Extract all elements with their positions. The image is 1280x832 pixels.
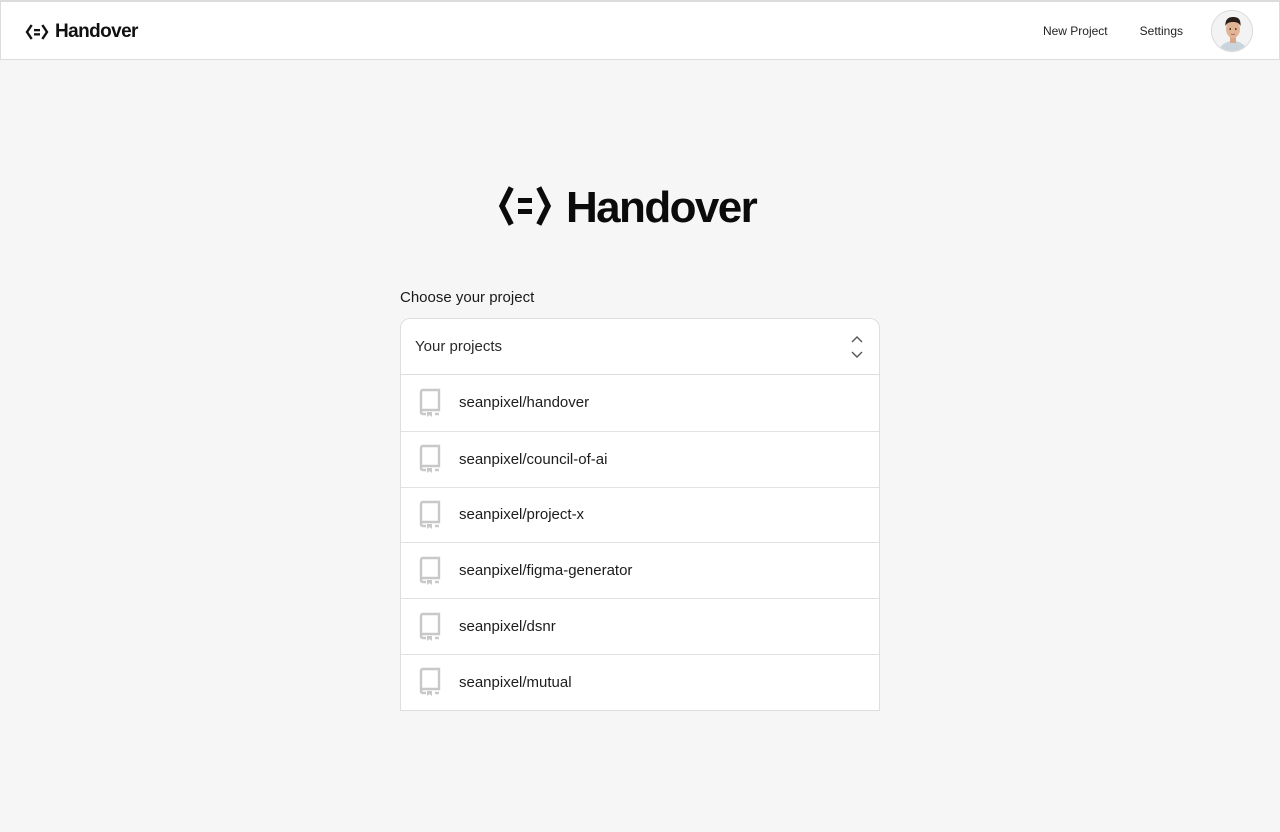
hero-brand: Handover: [498, 180, 758, 236]
top-navbar: Handover New Project Settings: [0, 0, 1280, 60]
project-select[interactable]: Your projects: [400, 318, 880, 375]
top-nav: New Project Settings: [1043, 9, 1253, 53]
project-option[interactable]: seanpixel/mutual: [401, 653, 879, 710]
project-option[interactable]: seanpixel/council-of-ai: [401, 430, 879, 487]
user-avatar[interactable]: [1211, 10, 1253, 52]
chevron-up-down-icon: [849, 334, 865, 360]
project-option-label: seanpixel/project-x: [459, 506, 585, 524]
repo-icon: [417, 612, 443, 642]
repo-icon: [417, 556, 443, 586]
project-option-label: seanpixel/dsnr: [459, 618, 556, 636]
new-project-link[interactable]: New Project: [1043, 24, 1108, 38]
handover-logo-icon: [498, 185, 552, 231]
project-option-label: seanpixel/mutual: [459, 673, 572, 691]
project-option-label: seanpixel/handover: [459, 394, 590, 412]
project-option[interactable]: seanpixel/dsnr: [401, 598, 879, 654]
settings-link[interactable]: Settings: [1140, 24, 1183, 38]
brand-name: Handover: [55, 21, 138, 42]
brand-home-link[interactable]: Handover: [25, 20, 138, 44]
project-option[interactable]: seanpixel/figma-generator: [401, 542, 879, 598]
repo-icon: [417, 667, 443, 697]
project-option-label: seanpixel/council-of-ai: [459, 450, 608, 468]
handover-logo-icon: [25, 24, 49, 40]
project-option[interactable]: seanpixel/handover: [401, 375, 879, 431]
project-option-label: seanpixel/figma-generator: [459, 562, 633, 580]
project-picker: Choose your project Your projects seanpi…: [400, 288, 880, 711]
repo-icon: [417, 500, 443, 530]
select-value: Your projects: [415, 338, 502, 355]
project-option[interactable]: seanpixel/project-x: [401, 486, 879, 543]
project-options-list: seanpixel/handover seanpixel/council-of-…: [400, 375, 880, 711]
repo-icon: [417, 388, 443, 418]
repo-icon: [417, 444, 443, 474]
picker-label: Choose your project: [400, 289, 535, 306]
hero-brand-name: Handover: [566, 183, 758, 232]
